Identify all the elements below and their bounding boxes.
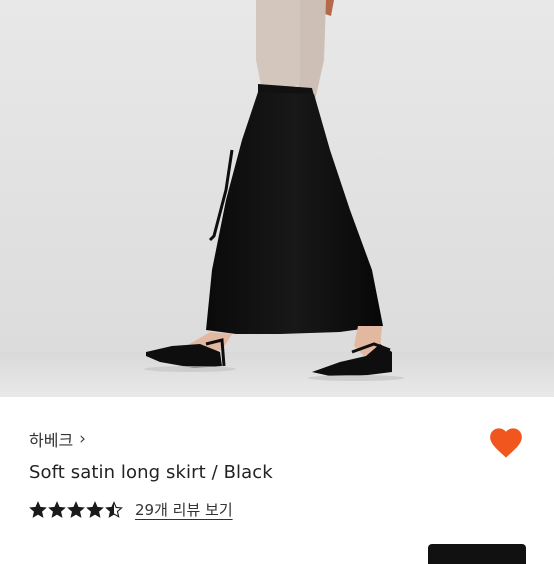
star-icon	[67, 500, 85, 518]
brand-link[interactable]: 하베크 ›	[29, 427, 86, 451]
product-photo[interactable]	[0, 0, 554, 397]
rating-stars	[29, 500, 123, 519]
star-icon	[105, 500, 123, 518]
wishlist-button[interactable]	[487, 424, 525, 462]
brand-name: 하베크	[29, 431, 74, 450]
star-icon	[86, 500, 104, 518]
rating-row: 29개 리뷰 보기	[29, 499, 233, 520]
product-photo-illustration	[0, 0, 554, 397]
product-title: Soft satin long skirt / Black	[29, 462, 273, 483]
heart-icon	[490, 428, 522, 458]
star-icon	[48, 500, 66, 518]
review-link[interactable]: 29개 리뷰 보기	[135, 499, 233, 520]
star-icon	[29, 500, 47, 518]
chevron-right-icon: ›	[79, 428, 86, 449]
bottom-action-button[interactable]	[428, 544, 526, 564]
